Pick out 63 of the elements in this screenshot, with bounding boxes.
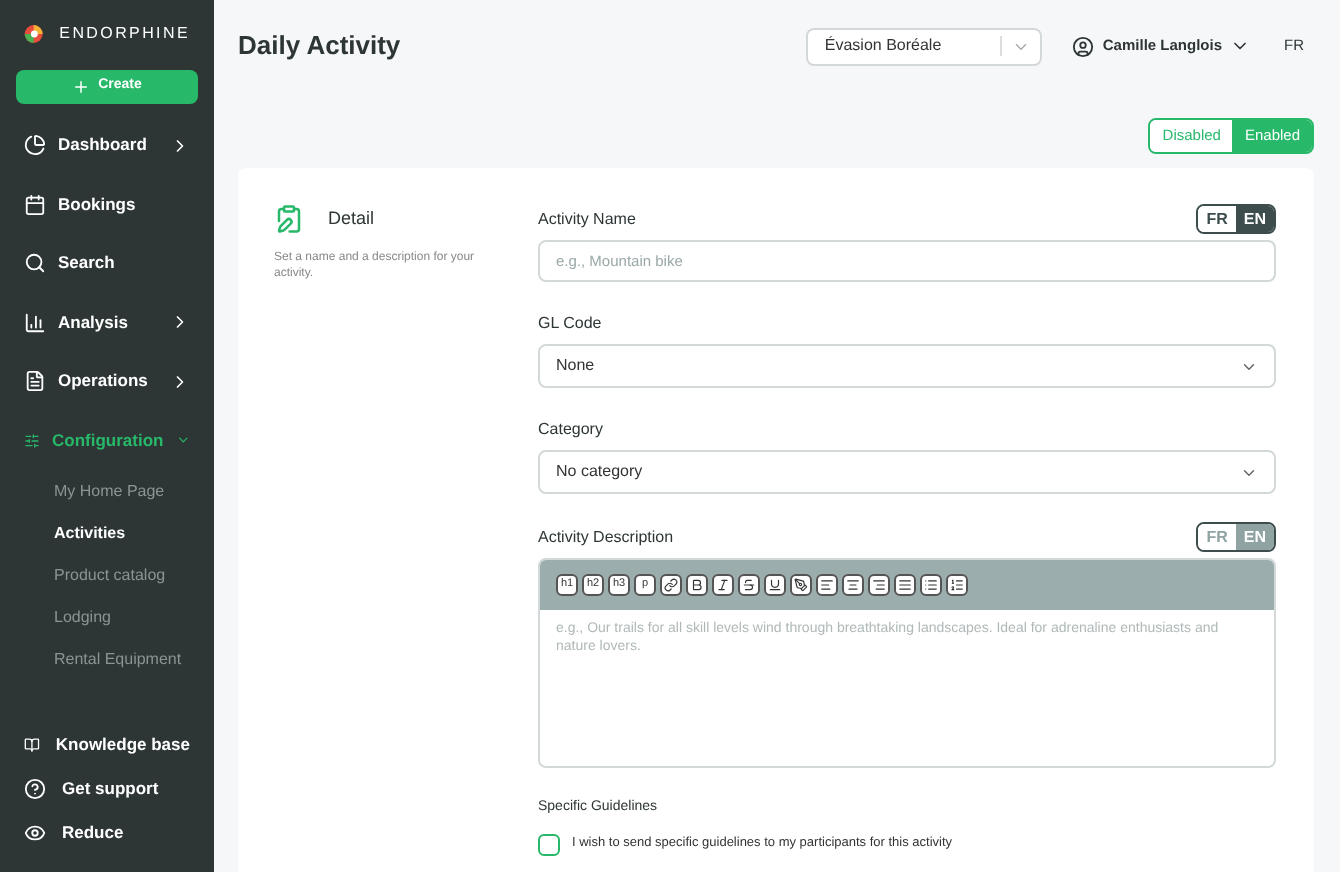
help-icon <box>24 777 46 799</box>
format-button[interactable] <box>660 574 682 596</box>
format-button[interactable] <box>790 574 812 596</box>
field-label: Activity Name <box>538 207 636 231</box>
nav-item[interactable]: Configuration <box>0 411 214 470</box>
field-label: GL Code <box>538 312 604 336</box>
italic-icon <box>716 578 730 592</box>
bar-chart-icon <box>24 311 46 334</box>
gl-code-select[interactable]: None <box>538 344 1276 388</box>
checkbox[interactable] <box>538 833 560 855</box>
format-button[interactable] <box>686 574 708 596</box>
submenu-item[interactable]: My Home Page <box>0 470 214 512</box>
submenu-item[interactable]: Product catalog <box>0 554 214 596</box>
submenu-item[interactable]: Lodging <box>0 596 214 638</box>
language-tab[interactable]: EN <box>1235 206 1274 232</box>
organization-select[interactable]: Évasion Boréale <box>806 27 1043 65</box>
align-center-icon <box>846 578 860 592</box>
format-button[interactable] <box>738 574 760 596</box>
format-button[interactable] <box>816 574 838 596</box>
format-button[interactable] <box>842 574 864 596</box>
ordered-list-icon <box>950 578 964 592</box>
nav-item[interactable]: Search <box>0 234 214 293</box>
nav-item[interactable]: Knowledge base <box>0 722 214 766</box>
sliders-icon <box>24 429 40 452</box>
list-icon <box>924 578 938 592</box>
align-left-icon <box>820 578 834 592</box>
link-icon <box>664 578 678 592</box>
calendar-icon <box>24 193 46 216</box>
format-button[interactable] <box>712 574 734 596</box>
underline-icon <box>768 578 782 592</box>
clipboard-icon <box>274 204 304 234</box>
logo-text: ENDORPHINE <box>59 22 190 46</box>
pen-icon <box>794 578 808 592</box>
nav-item[interactable]: Operations <box>0 352 214 411</box>
book-icon <box>24 733 40 755</box>
nav-item[interactable]: Bookings <box>0 175 214 234</box>
pie-chart-icon <box>24 134 46 157</box>
align-justify-icon <box>898 578 912 592</box>
bold-icon <box>690 578 704 592</box>
page-title: Daily Activity <box>238 28 403 65</box>
submenu-item[interactable]: Rental Equipment <box>0 638 214 680</box>
field-label: Activity Description <box>538 525 674 549</box>
format-button[interactable] <box>946 574 968 596</box>
submenu-item[interactable]: Activities <box>0 512 214 554</box>
nav-item[interactable]: Dashboard <box>0 116 214 175</box>
format-button[interactable] <box>868 574 890 596</box>
logo-icon <box>24 20 44 48</box>
eye-icon <box>24 821 46 843</box>
field-label: Category <box>538 418 605 442</box>
section-title: Detail <box>328 205 375 232</box>
document-icon <box>24 370 46 393</box>
nav-item[interactable]: Get support <box>0 766 214 810</box>
plus-icon <box>72 78 91 96</box>
category-select[interactable]: No category <box>538 450 1276 494</box>
format-button[interactable] <box>920 574 942 596</box>
format-button[interactable] <box>764 574 786 596</box>
nav-item[interactable]: Reduce <box>0 810 214 854</box>
strikethrough-icon <box>742 578 756 592</box>
format-button[interactable] <box>894 574 916 596</box>
user-icon <box>1072 35 1095 57</box>
align-right-icon <box>872 578 886 592</box>
search-icon <box>24 252 46 275</box>
nav-item[interactable]: Analysis <box>0 293 214 352</box>
